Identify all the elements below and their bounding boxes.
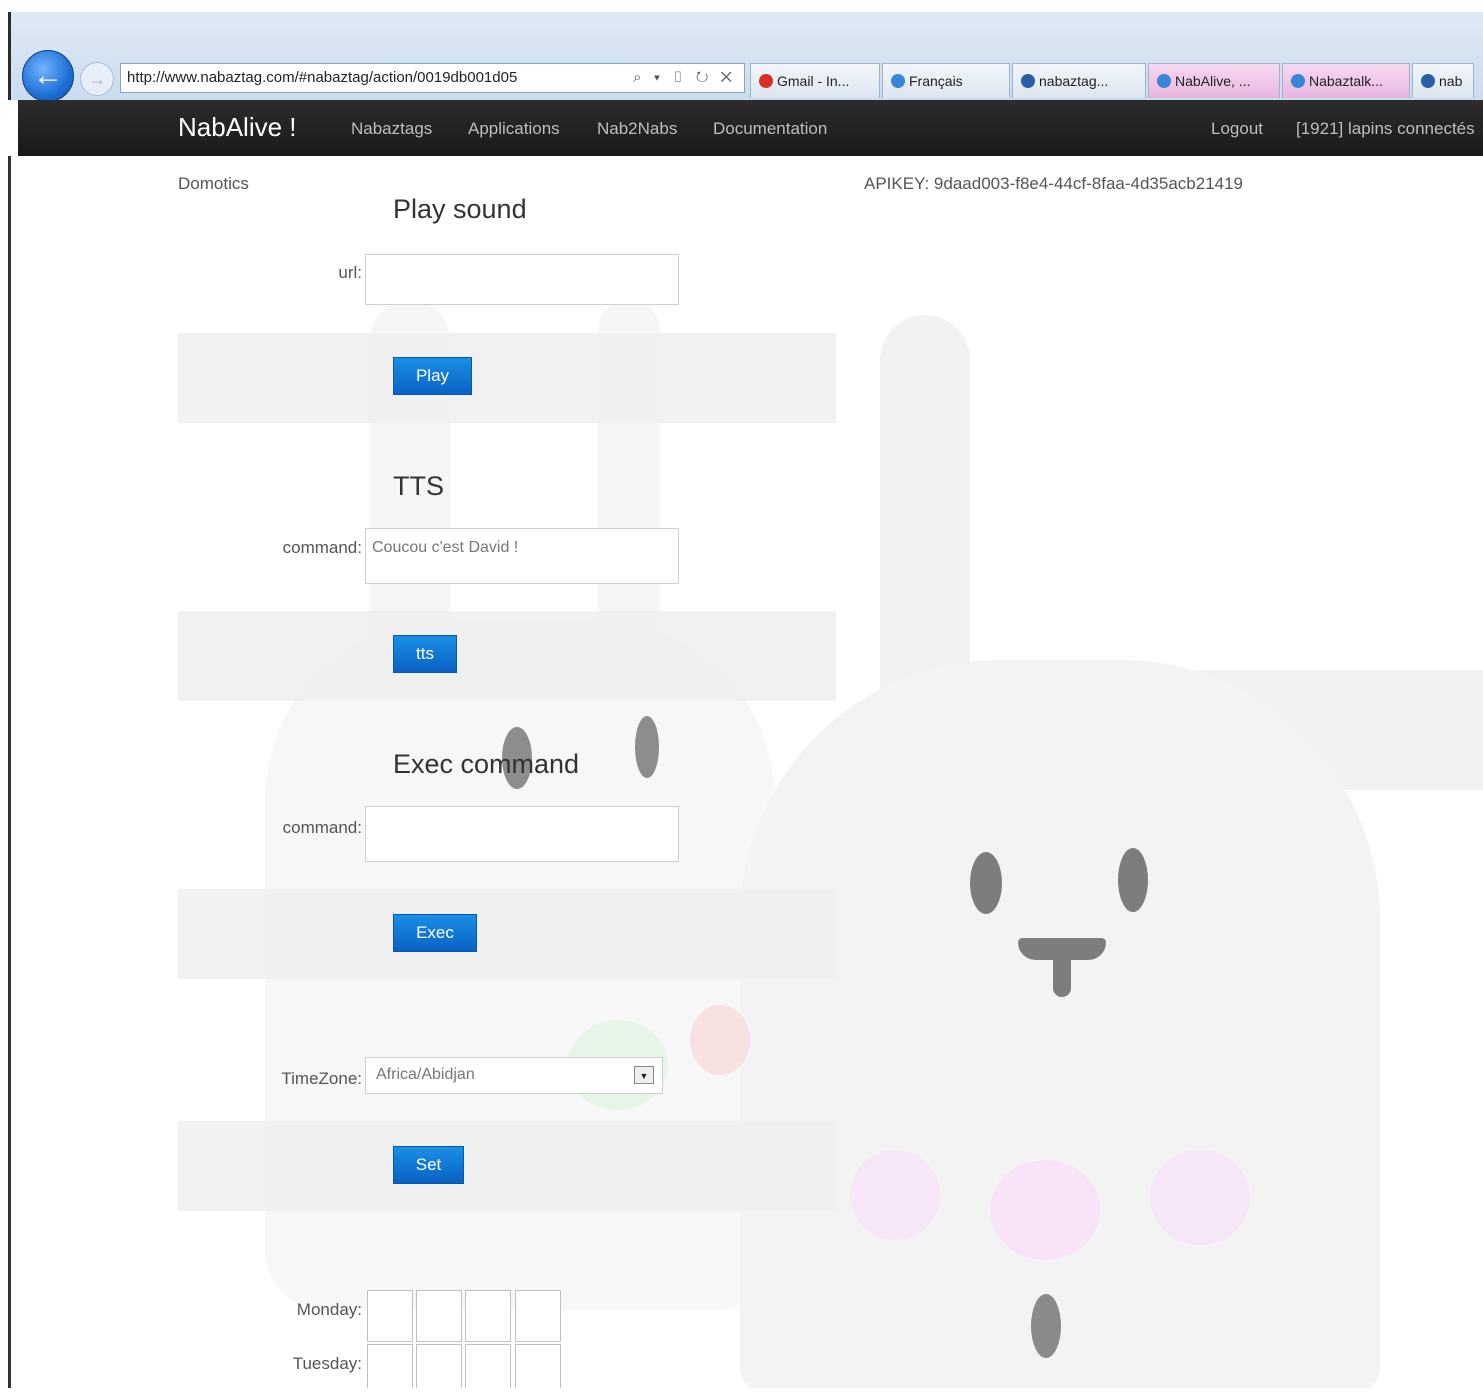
browser-tabs: Gmail - In... Français nabaztag... NabAl… — [750, 63, 1476, 98]
tts-form-actions — [178, 611, 836, 701]
tts-command-label: command: — [282, 538, 362, 557]
rabbit-dot — [635, 716, 659, 778]
screen-top — [0, 0, 1483, 12]
forward-arrow-icon[interactable]: → — [80, 62, 114, 96]
tab-label: Français — [909, 73, 963, 89]
url-label: url: — [338, 263, 362, 282]
site-icon — [1021, 74, 1035, 88]
rabbit-glow-pink — [990, 1160, 1100, 1260]
tab-nab[interactable]: nab — [1412, 63, 1474, 98]
tts-command-input[interactable]: Coucou c'est David ! — [365, 528, 679, 584]
play-button[interactable]: Play — [393, 357, 472, 395]
address-controls-icon[interactable]: ⌕ ▾ ▯ ↻ ✕ — [633, 64, 736, 92]
rabbit-glow-pink — [1150, 1150, 1250, 1245]
tab-nabalive[interactable]: NabAlive, ... — [1148, 63, 1280, 98]
exec-command-label: command: — [282, 818, 362, 837]
rabbit-eye-left — [970, 852, 1002, 914]
tab-nabaztalk[interactable]: Nabaztalk... — [1282, 63, 1410, 98]
tab-label: nabaztag... — [1039, 73, 1109, 89]
tab-nabaztag[interactable]: nabaztag... — [1012, 63, 1146, 98]
address-text: http://www.nabaztag.com/#nabaztag/action… — [127, 69, 518, 86]
site-navbar: NabAlive ! Nabaztags Applications Nab2Na… — [18, 100, 1483, 156]
rabbit-body-front — [740, 660, 1380, 1396]
rabbit-button — [1031, 1294, 1061, 1358]
nav-nabaztags[interactable]: Nabaztags — [351, 119, 432, 139]
rabbit-glow-pink — [850, 1150, 940, 1240]
set-button[interactable]: Set — [393, 1146, 464, 1184]
timezone-select[interactable]: Africa/Abidjan ▼ — [365, 1057, 663, 1094]
timezone-label: TimeZone: — [281, 1069, 362, 1088]
timezone-value: Africa/Abidjan — [376, 1066, 475, 1083]
exec-form-actions — [178, 889, 836, 979]
connected-count: [1921] lapins connectés — [1296, 119, 1475, 138]
tab-gmail[interactable]: Gmail - In... — [750, 63, 880, 98]
exec-title: Exec command — [393, 749, 580, 779]
dropdown-arrow-icon[interactable]: ▼ — [634, 1066, 654, 1084]
ie-icon — [1157, 74, 1171, 88]
window-edge — [8, 156, 11, 1396]
gmail-icon — [759, 74, 773, 88]
exec-command-input[interactable] — [365, 806, 679, 862]
back-arrow-icon[interactable]: ← — [22, 50, 74, 102]
site-icon — [1421, 74, 1435, 88]
nav-applications[interactable]: Applications — [468, 119, 560, 139]
rabbit-glow-red — [690, 1005, 750, 1075]
schedule-cell[interactable] — [515, 1290, 561, 1342]
brand-logo[interactable]: NabAlive ! — [178, 112, 297, 143]
address-bar[interactable]: http://www.nabaztag.com/#nabaztag/action… — [120, 63, 745, 93]
tab-label: nab — [1439, 73, 1463, 89]
url-input[interactable] — [365, 254, 679, 305]
rabbit-nose-stem — [1053, 955, 1071, 997]
apikey-text: APIKEY: 9daad003-f8e4-44cf-8faa-4d35acb2… — [864, 174, 1244, 193]
logout-link[interactable]: Logout — [1211, 119, 1263, 139]
screen-bottom — [0, 1388, 1483, 1396]
ie-icon — [1291, 74, 1305, 88]
monday-label: Monday: — [296, 1300, 362, 1319]
play-sound-title: Play sound — [393, 194, 527, 224]
tuesday-label: Tuesday: — [292, 1354, 362, 1373]
tab-label: NabAlive, ... — [1175, 73, 1251, 89]
nav-nab2nabs[interactable]: Nab2Nabs — [597, 119, 677, 139]
tab-label: Gmail - In... — [777, 73, 850, 89]
tts-title: TTS — [393, 471, 444, 501]
schedule-cell[interactable] — [416, 1290, 462, 1342]
rabbit-eye-right — [1118, 848, 1148, 912]
tts-button[interactable]: tts — [393, 635, 457, 673]
breadcrumb[interactable]: Domotics — [178, 174, 249, 194]
exec-button[interactable]: Exec — [393, 914, 477, 952]
tab-francais[interactable]: Français — [882, 63, 1010, 98]
tab-label: Nabaztalk... — [1309, 73, 1383, 89]
schedule-cell[interactable] — [465, 1290, 511, 1342]
timezone-form-actions — [178, 1121, 836, 1211]
schedule-cell[interactable] — [367, 1290, 413, 1342]
nav-documentation[interactable]: Documentation — [713, 119, 827, 139]
play-form-actions — [178, 333, 836, 423]
ie-icon — [891, 74, 905, 88]
